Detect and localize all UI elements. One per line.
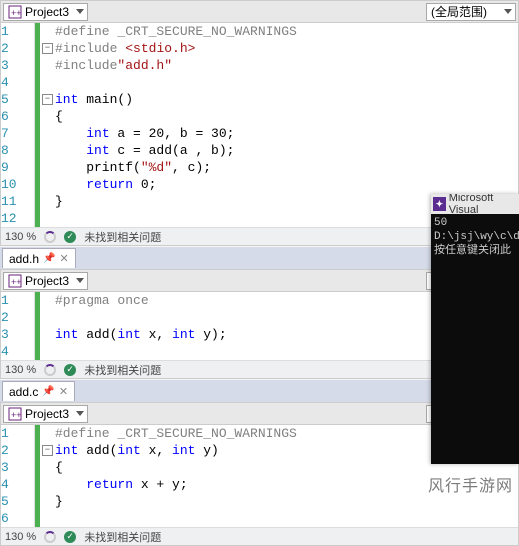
cpp-project-icon: ++ [8, 5, 22, 19]
code-line[interactable]: −int main() [42, 91, 518, 108]
issues-status: 未找到相关问题 [84, 529, 161, 545]
code-line[interactable]: { [42, 108, 518, 125]
line-number: 11 [1, 193, 28, 210]
project-combo[interactable]: ++ Project3 [3, 405, 88, 423]
line-number: 5 [1, 91, 28, 108]
code-line[interactable]: int a = 20, b = 30; [42, 125, 518, 142]
project-combo[interactable]: ++ Project3 [3, 272, 88, 290]
line-number: 3 [1, 326, 28, 343]
issues-status: 未找到相关问题 [84, 362, 161, 378]
outline-toggle-icon[interactable]: − [42, 445, 53, 456]
line-number: 5 [1, 493, 28, 510]
loading-spinner-icon [44, 364, 56, 376]
check-icon: ✓ [64, 231, 76, 243]
line-number: 4 [1, 476, 28, 493]
console-titlebar[interactable]: ✦ Microsoft Visual [431, 194, 519, 214]
line-number: 10 [1, 176, 28, 193]
line-number: 6 [1, 108, 28, 125]
zoom-level[interactable]: 130 % [5, 531, 36, 543]
code-line[interactable]: return 0; [42, 176, 518, 193]
line-number: 3 [1, 57, 28, 74]
project-name: Project3 [25, 5, 69, 19]
file-tab-addc[interactable]: add.c 📌 ✕ [2, 381, 75, 401]
visual-studio-icon: ✦ [433, 197, 446, 211]
pin-icon[interactable]: 📌 [42, 386, 54, 397]
line-number: 2 [1, 442, 28, 459]
line-number: 4 [1, 343, 28, 360]
line-number: 6 [1, 510, 28, 527]
chevron-down-icon [76, 278, 84, 283]
svg-text:++: ++ [11, 8, 22, 18]
pin-icon[interactable]: 📌 [43, 253, 55, 264]
line-number: 7 [1, 125, 28, 142]
zoom-level[interactable]: 130 % [5, 364, 36, 376]
line-number: 9 [1, 159, 28, 176]
line-number-gutter: 1234 [1, 292, 35, 360]
code-line[interactable]: printf("%d", c); [42, 159, 518, 176]
watermark-text: 风行手游网 [428, 472, 513, 496]
console-title-text: Microsoft Visual [449, 194, 519, 216]
line-number: 1 [1, 292, 28, 309]
issues-status: 未找到相关问题 [84, 229, 161, 245]
line-number: 4 [1, 74, 28, 91]
close-icon[interactable]: ✕ [59, 252, 68, 265]
scope-label: (全局范围) [431, 3, 487, 20]
check-icon: ✓ [64, 531, 76, 543]
line-number: 1 [1, 23, 28, 40]
line-number: 8 [1, 142, 28, 159]
code-line[interactable]: #define _CRT_SECURE_NO_WARNINGS [42, 23, 518, 40]
line-number: 3 [1, 459, 28, 476]
line-number-gutter: 123456 [1, 425, 35, 527]
project-name: Project3 [25, 274, 69, 288]
project-combo[interactable]: ++ Project3 [3, 3, 88, 21]
console-window[interactable]: ✦ Microsoft Visual 50 D:\jsj\wy\c\dm 按任意… [431, 194, 519, 464]
console-output: 50 D:\jsj\wy\c\dm 按任意键关闭此 [431, 214, 519, 260]
line-number: 2 [1, 40, 28, 57]
outline-toggle-icon[interactable]: − [42, 94, 53, 105]
chevron-down-icon [504, 9, 512, 14]
editor-status-bar: 130 % ✓ 未找到相关问题 [1, 527, 518, 545]
tab-label: add.h [9, 252, 39, 266]
line-number: 1 [1, 425, 28, 442]
code-line[interactable]: −#include <stdio.h> [42, 40, 518, 57]
outline-toggle-icon[interactable]: − [42, 43, 53, 54]
line-number: 12 [1, 210, 28, 227]
nav-bar: ++ Project3 (全局范围) [1, 1, 518, 23]
chevron-down-icon [76, 9, 84, 14]
check-icon: ✓ [64, 364, 76, 376]
cpp-project-icon: ++ [8, 274, 22, 288]
line-number-gutter: 123456789101112 [1, 23, 35, 227]
close-icon[interactable]: ✕ [59, 385, 68, 398]
svg-text:++: ++ [11, 410, 22, 420]
line-number: 2 [1, 309, 28, 326]
cpp-project-icon: ++ [8, 407, 22, 421]
code-line[interactable]: #include"add.h" [42, 57, 518, 74]
code-line[interactable]: int c = add(a , b); [42, 142, 518, 159]
svg-text:++: ++ [11, 277, 22, 287]
code-line[interactable] [42, 74, 518, 91]
scope-combo[interactable]: (全局范围) [426, 3, 516, 21]
project-name: Project3 [25, 407, 69, 421]
code-line[interactable] [42, 510, 518, 527]
tab-label: add.c [9, 385, 38, 399]
loading-spinner-icon [44, 231, 56, 243]
file-tab-addh[interactable]: add.h 📌 ✕ [2, 248, 76, 268]
chevron-down-icon [76, 411, 84, 416]
zoom-level[interactable]: 130 % [5, 231, 36, 243]
loading-spinner-icon [44, 531, 56, 543]
